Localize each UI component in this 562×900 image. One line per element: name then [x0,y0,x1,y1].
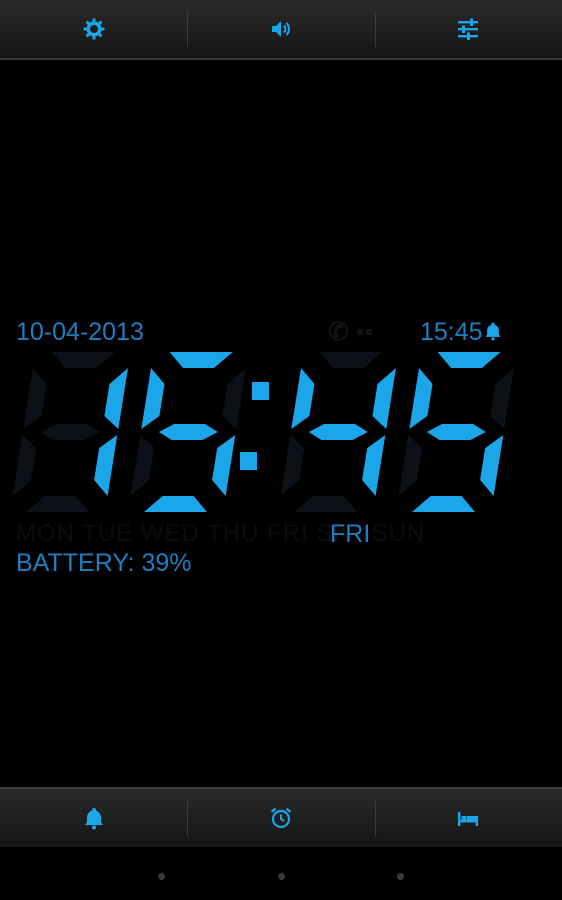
alarm-clock-icon [269,806,293,830]
segment-a [319,352,383,368]
clock-colon [240,382,269,470]
segment-f [409,368,433,429]
sound-button[interactable] [187,0,374,58]
segment-c [362,435,386,496]
day-label: FRI [330,520,371,548]
sliders-icon [456,17,480,41]
adjust-button[interactable] [374,0,562,58]
segment-f [23,368,47,429]
segment-a [169,352,233,368]
nav-back-dot[interactable] [158,873,165,880]
segment-a [51,352,115,368]
segment-g [308,424,368,440]
segment-g [40,424,100,440]
segment-g [426,424,486,440]
segment-c [212,435,236,496]
bell-icon [82,806,106,830]
segment-d [144,496,207,512]
segment-b [104,368,128,429]
alarm-clock-button[interactable] [187,789,374,847]
segment-d [26,496,89,512]
settings-button[interactable] [0,0,187,58]
battery-label: BATTERY: 39% [16,549,192,577]
segment-f [291,368,315,429]
bell-icon [483,321,503,341]
segment-c [94,435,118,496]
clock-digit-3 [398,352,514,512]
segment-e [398,435,423,496]
clock-digit-2 [280,352,396,512]
segment-e [280,435,305,496]
bottom-action-bar [0,787,562,847]
digital-clock [12,352,514,512]
segment-b [222,368,246,429]
segment-f [141,368,165,429]
segment-c [480,435,504,496]
segment-g [158,424,218,440]
clock-digit-1 [130,352,246,512]
segment-d [294,496,357,512]
segment-a [437,352,501,368]
segment-e [12,435,37,496]
top-action-bar [0,0,562,60]
sleep-button[interactable] [374,789,562,847]
gear-icon [82,17,106,41]
segment-b [372,368,396,429]
nav-home-dot[interactable] [278,873,285,880]
speaker-icon [269,17,293,41]
segment-e [130,435,155,496]
segment-b [490,368,514,429]
nav-recent-dot[interactable] [397,873,404,880]
bed-icon [456,806,480,830]
alarm-button[interactable] [0,789,187,847]
segment-d [412,496,475,512]
clock-digit-0 [12,352,128,512]
